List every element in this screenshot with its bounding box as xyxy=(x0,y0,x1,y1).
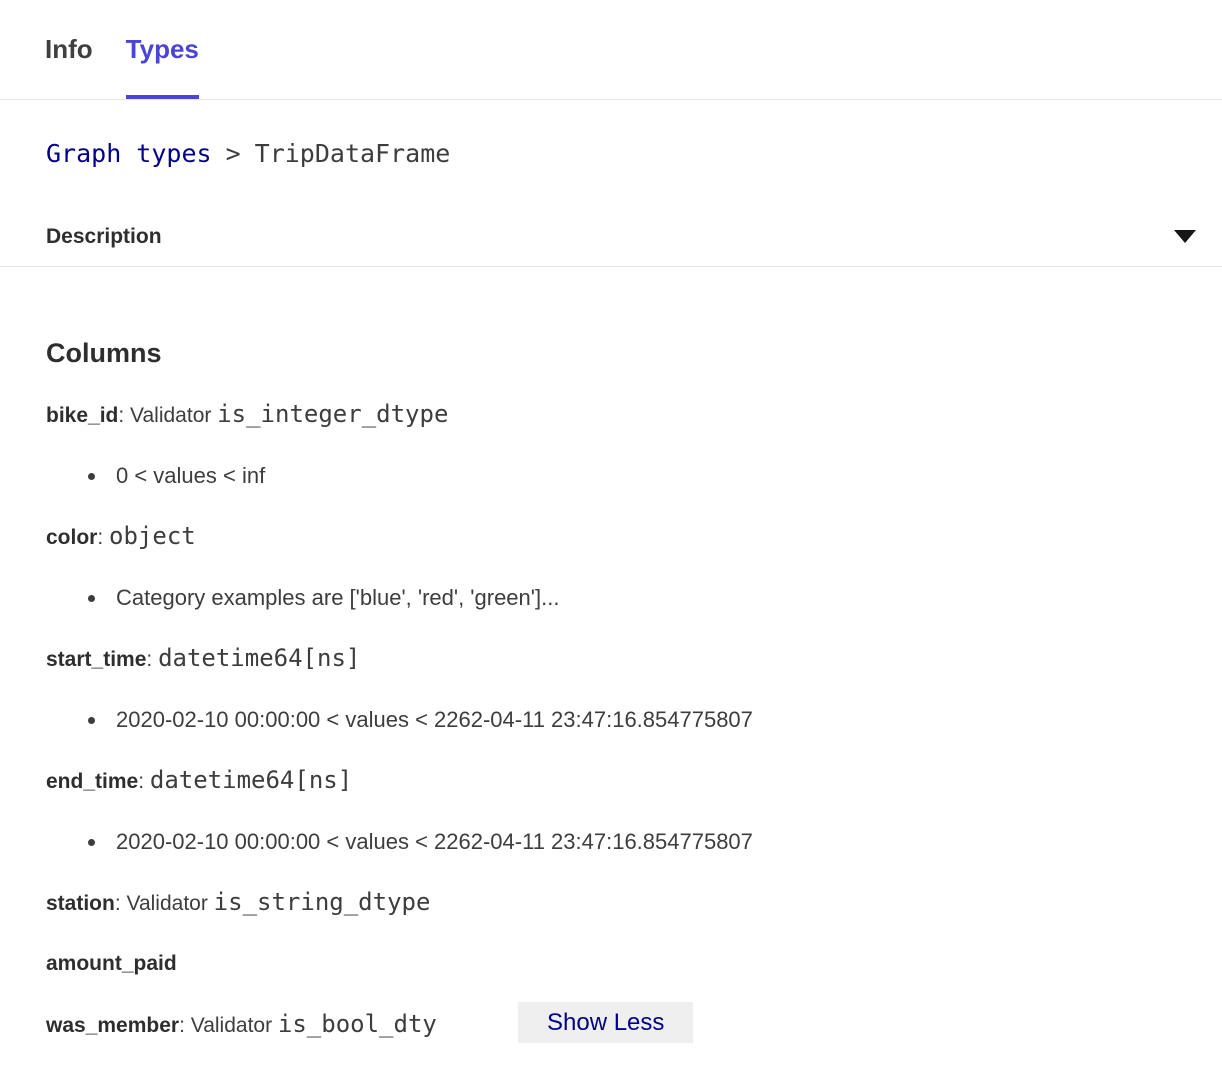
show-less-button[interactable]: Show Less xyxy=(518,1002,693,1043)
column-dtype-code: datetime64[ns] xyxy=(150,766,352,794)
tab-bar: Info Types xyxy=(0,0,1222,100)
column-entry-text: : xyxy=(146,648,158,671)
tab-types[interactable]: Types xyxy=(126,0,199,99)
column-entry-text: : Validator xyxy=(118,404,217,427)
constraint-item: 2020-02-10 00:00:00 < values < 2262-04-1… xyxy=(108,827,1176,857)
constraint-item: Category examples are ['blue', 'red', 'g… xyxy=(108,583,1176,613)
breadcrumb: Graph types > TripDataFrame xyxy=(0,100,1222,207)
breadcrumb-separator: > xyxy=(226,139,241,168)
column-dtype-code: is_integer_dtype xyxy=(217,400,448,428)
column-entry-amount-paid: amount_paid xyxy=(46,949,1176,979)
tab-info[interactable]: Info xyxy=(45,0,93,99)
column-entry-start-time: start_time: datetime64[ns] xyxy=(46,643,1176,675)
columns-section: Columns bike_id: Validator is_integer_dt… xyxy=(0,267,1222,1091)
columns-heading: Columns xyxy=(46,337,1176,369)
column-entry-was-member: was_member: Validator is_bool_dtyShow Le… xyxy=(46,1009,1176,1041)
column-name: bike_id xyxy=(46,404,118,427)
chevron-down-icon[interactable] xyxy=(1174,230,1196,243)
column-name: station xyxy=(46,892,115,915)
constraint-item: 2020-02-10 00:00:00 < values < 2262-04-1… xyxy=(108,705,1176,735)
column-entry-text: : xyxy=(138,770,150,793)
column-entry-station: station: Validator is_string_dtype xyxy=(46,887,1176,919)
description-label: Description xyxy=(46,225,162,249)
column-constraints-list: 2020-02-10 00:00:00 < values < 2262-04-1… xyxy=(46,827,1176,857)
breadcrumb-link-graph-types[interactable]: Graph types xyxy=(46,139,212,168)
column-entry-bike-id: bike_id: Validator is_integer_dtype xyxy=(46,399,1176,431)
column-name: amount_paid xyxy=(46,952,177,975)
column-dtype-code: object xyxy=(109,522,196,550)
column-name: end_time xyxy=(46,770,138,793)
column-dtype-code: is_string_dtype xyxy=(214,888,431,916)
column-name: start_time xyxy=(46,648,146,671)
column-entry-color: color: object xyxy=(46,521,1176,553)
column-constraints-list: Category examples are ['blue', 'red', 'g… xyxy=(46,583,1176,613)
column-entry-text: : Validator xyxy=(179,1014,278,1037)
column-entry-text: : Validator xyxy=(115,892,214,915)
description-accordion-header[interactable]: Description xyxy=(0,207,1222,267)
column-constraints-list: 0 < values < inf xyxy=(46,461,1176,491)
column-constraints-list: 2020-02-10 00:00:00 < values < 2262-04-1… xyxy=(46,705,1176,735)
column-name: color xyxy=(46,526,97,549)
column-dtype-code: is_bool_dty xyxy=(278,1010,437,1038)
column-dtype-code: datetime64[ns] xyxy=(158,644,360,672)
breadcrumb-current: TripDataFrame xyxy=(255,139,451,168)
column-entry-text: : xyxy=(97,526,109,549)
column-name: was_member xyxy=(46,1014,179,1037)
constraint-item: 0 < values < inf xyxy=(108,461,1176,491)
column-entry-end-time: end_time: datetime64[ns] xyxy=(46,765,1176,797)
